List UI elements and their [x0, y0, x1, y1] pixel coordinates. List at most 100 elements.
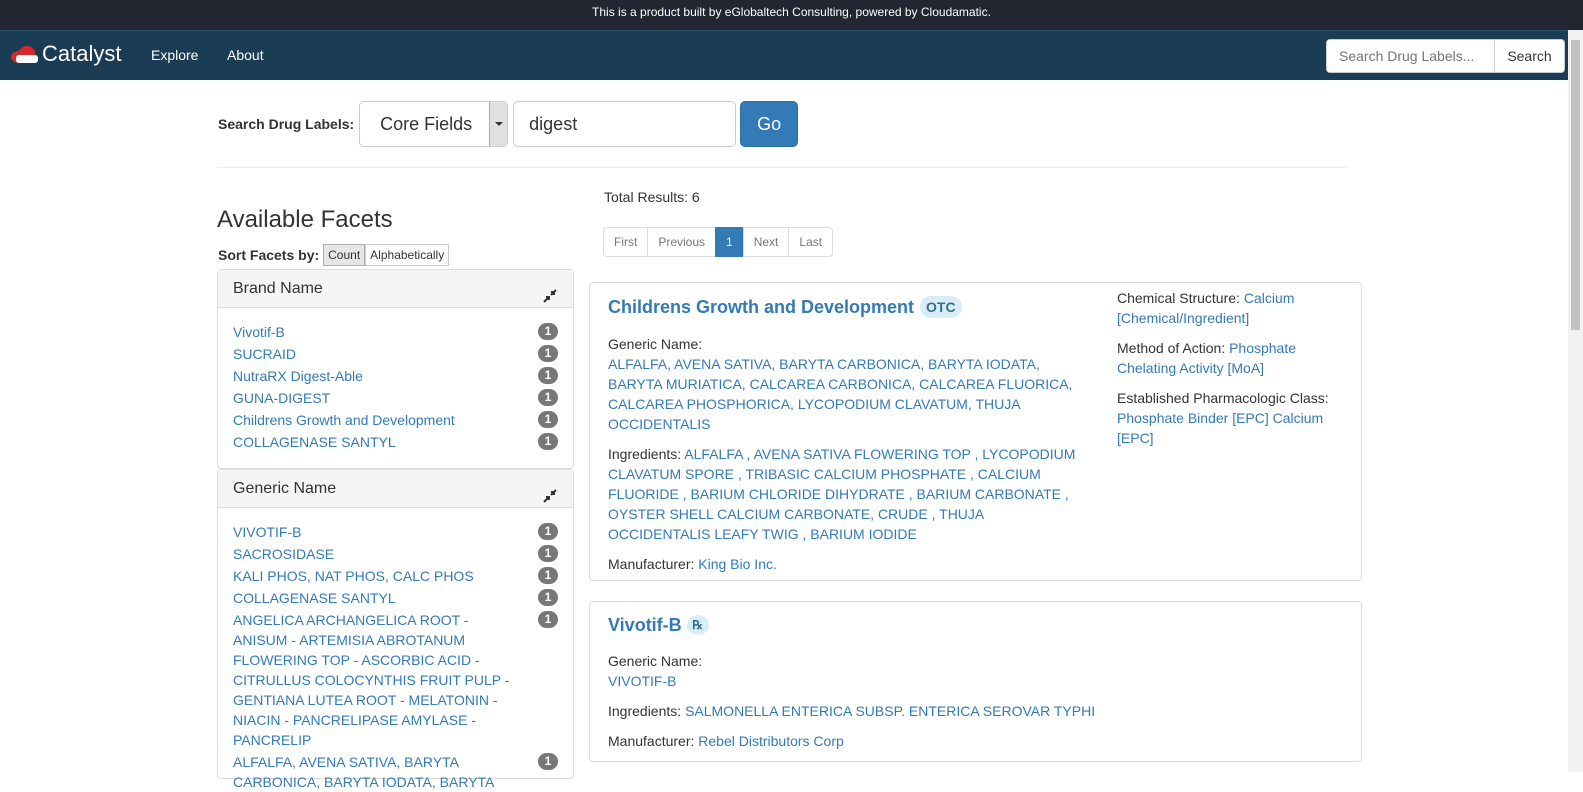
page-first[interactable]: First — [603, 227, 649, 257]
count-badge: 1 — [538, 545, 558, 562]
count-badge: 1 — [538, 523, 558, 540]
list-item: SUCRAID 1 — [233, 344, 558, 364]
count-badge: 1 — [538, 433, 558, 450]
manufacturer-label: Manufacturer: — [608, 556, 695, 572]
chem-label: Chemical Structure: — [1117, 290, 1240, 306]
rx-icon: ℞ — [686, 615, 709, 635]
collapse-icon[interactable] — [542, 281, 558, 318]
facet-link[interactable]: NutraRX Digest-Able — [233, 368, 363, 384]
facet-panel-brand: Brand Name Vivotif-B 1 SUCRAID 1 NutraRX D… — [217, 269, 574, 469]
page-current[interactable]: 1 — [715, 227, 744, 257]
brand-logo[interactable]: Catalyst — [10, 41, 121, 67]
list-item: COLLAGENASE SANTYL 1 — [233, 588, 558, 608]
manufacturer-field: Manufacturer: King Bio Inc. — [608, 554, 1078, 574]
manufacturer-field: Manufacturer: Rebel Distributors Corp — [608, 731, 1348, 751]
generic-label: Generic Name: — [608, 336, 703, 352]
list-item: COLLAGENASE SANTYL 1 — [233, 432, 558, 452]
generic-link[interactable]: VIVOTIF-B — [608, 673, 676, 689]
panel-title: Generic Name — [233, 480, 337, 497]
facet-link[interactable]: VIVOTIF-B — [233, 524, 301, 540]
list-item: VIVOTIF-B 1 — [233, 522, 558, 542]
manufacturer-link[interactable]: Rebel Distributors Corp — [698, 733, 844, 749]
facet-list: VIVOTIF-B 1 SACROSIDASE 1 KALI PHOS, NAT P… — [218, 508, 573, 792]
ingredients-field: Ingredients: ALFALFA , AVENA SATIVA FLOW… — [608, 444, 1078, 544]
scrollbar-thumb[interactable] — [1571, 40, 1580, 330]
pharm-class-field: Established Pharmacologic Class: Phosphat… — [1117, 388, 1342, 448]
result-card: Vivotif-B ℞ Generic Name: VIVOTIF-B Ingred… — [589, 601, 1362, 762]
navbar-search: Search — [1326, 39, 1565, 73]
pagination: First Previous 1 Next Last — [603, 227, 834, 257]
facet-link[interactable]: COLLAGENASE SANTYL — [233, 590, 396, 606]
nav-about[interactable]: About — [227, 47, 264, 63]
generic-label: Generic Name: — [608, 653, 703, 669]
generic-link[interactable]: ALFALFA, AVENA SATIVA, BARYTA CARBONICA,… — [608, 356, 1072, 432]
field-select[interactable]: Core Fields — [359, 101, 509, 147]
facet-link[interactable]: GUNA-DIGEST — [233, 390, 330, 406]
result-main: Vivotif-B ℞ Generic Name: VIVOTIF-B Ingred… — [608, 615, 1348, 761]
generic-name-field: Generic Name: ALFALFA, AVENA SATIVA, BARY… — [608, 334, 1078, 434]
page-scrollbar[interactable] — [1568, 30, 1583, 772]
collapse-icon[interactable] — [542, 481, 558, 518]
ingredients-label: Ingredients: — [608, 703, 682, 719]
chemical-structure-field: Chemical Structure: Calcium [Chemical/In… — [1117, 288, 1342, 328]
go-button[interactable]: Go — [740, 101, 799, 147]
panel-heading: Generic Name — [218, 470, 573, 508]
list-item: Childrens Growth and Development 1 — [233, 410, 558, 430]
result-card: Childrens Growth and Development OTC Gene… — [589, 282, 1362, 581]
count-badge: 1 — [538, 567, 558, 584]
panel-heading: Brand Name — [218, 270, 573, 308]
facet-link[interactable]: COLLAGENASE SANTYL — [233, 434, 396, 450]
count-badge: 1 — [538, 389, 558, 406]
manufacturer-link[interactable]: King Bio Inc. — [698, 556, 777, 572]
count-badge: 1 — [538, 323, 558, 340]
ingredients-link[interactable]: SALMONELLA ENTERICA SUBSP. ENTERICA SERO… — [685, 703, 1095, 719]
page-next[interactable]: Next — [742, 227, 790, 257]
total-results: Total Results: 6 — [604, 189, 700, 205]
navbar-search-button[interactable]: Search — [1495, 39, 1565, 73]
count-badge: 1 — [538, 611, 558, 628]
facet-link[interactable]: KALI PHOS, NAT PHOS, CALC PHOS — [233, 568, 474, 584]
sort-count-button[interactable]: Count — [323, 244, 366, 266]
search-label: Search Drug Labels: — [218, 116, 355, 132]
result-title-link[interactable]: Childrens Growth and Development — [608, 297, 914, 317]
facet-link[interactable]: SUCRAID — [233, 346, 296, 362]
nav-explore[interactable]: Explore — [151, 47, 198, 63]
result-title: Vivotif-B ℞ — [608, 615, 1348, 635]
result-side: Chemical Structure: Calcium [Chemical/In… — [1117, 288, 1342, 458]
sort-facets: Sort Facets by: Count Alphabetically — [218, 244, 450, 266]
page-previous[interactable]: Previous — [647, 227, 717, 257]
count-badge: 1 — [538, 753, 558, 770]
page-last[interactable]: Last — [788, 227, 834, 257]
facet-link[interactable]: SACROSIDASE — [233, 546, 334, 562]
ingredients-label: Ingredients: — [608, 446, 682, 462]
list-item: ANGELICA ARCHANGELICA ROOT - ANISUM - AR… — [233, 610, 558, 750]
navbar-search-input[interactable] — [1326, 39, 1495, 73]
query-input[interactable] — [513, 101, 737, 147]
epc-label: Established Pharmacologic Class: — [1117, 390, 1329, 406]
result-title-link[interactable]: Vivotif-B — [608, 615, 682, 635]
list-item: Vivotif-B 1 — [233, 322, 558, 342]
list-item: ALFALFA, AVENA SATIVA, BARYTA CARBONICA,… — [233, 752, 558, 792]
list-item: GUNA-DIGEST 1 — [233, 388, 558, 408]
method-of-action-field: Method of Action: Phosphate Chelating Ac… — [1117, 338, 1342, 378]
manufacturer-label: Manufacturer: — [608, 733, 695, 749]
otc-badge: OTC — [920, 296, 962, 318]
count-badge: 1 — [538, 411, 558, 428]
facet-link[interactable]: ALFALFA, AVENA SATIVA, BARYTA CARBONICA,… — [233, 754, 494, 790]
facet-list: Vivotif-B 1 SUCRAID 1 NutraRX Digest-Able 1… — [218, 308, 573, 452]
facet-link[interactable]: Childrens Growth and Development — [233, 412, 455, 428]
attribution-bar: This is a product built by eGlobaltech C… — [0, 0, 1583, 30]
facet-link[interactable]: Vivotif-B — [233, 324, 285, 340]
epc-link[interactable]: Phosphate Binder [EPC] Calcium [EPC] — [1117, 410, 1323, 446]
chevron-down-icon[interactable] — [489, 102, 508, 146]
facet-link[interactable]: ANGELICA ARCHANGELICA ROOT - ANISUM - AR… — [233, 612, 509, 748]
count-badge: 1 — [538, 345, 558, 362]
list-item: KALI PHOS, NAT PHOS, CALC PHOS 1 — [233, 566, 558, 586]
generic-name-field: Generic Name: VIVOTIF-B — [608, 651, 1348, 691]
ingredients-field: Ingredients: SALMONELLA ENTERICA SUBSP. … — [608, 701, 1348, 721]
sort-alpha-button[interactable]: Alphabetically — [365, 244, 450, 266]
cloud-icon — [11, 46, 38, 63]
list-item: SACROSIDASE 1 — [233, 544, 558, 564]
brand-name: Catalyst — [42, 41, 122, 66]
count-badge: 1 — [538, 367, 558, 384]
